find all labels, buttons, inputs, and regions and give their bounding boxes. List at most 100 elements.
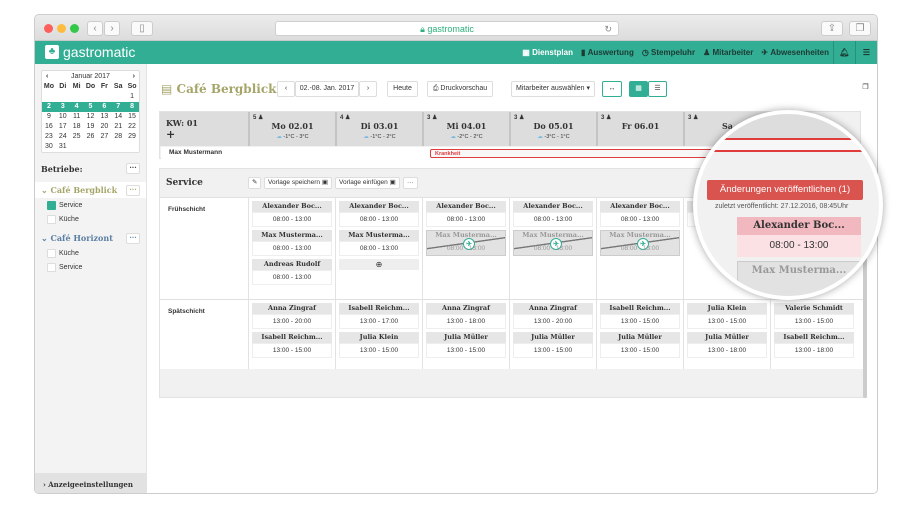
group-cafe-bergblick[interactable]: ⌄ Café Bergblick ··· — [35, 182, 146, 198]
group-more-button[interactable]: ··· — [126, 232, 140, 244]
shift-card[interactable]: Alexander Boc...08:00 - 13:00 — [426, 201, 506, 227]
calendar-day[interactable]: 16 — [42, 122, 56, 132]
calendar-day[interactable]: 20 — [97, 122, 111, 132]
prev-month-icon[interactable]: ‹ — [46, 73, 48, 80]
department-checkbox[interactable]: Service — [35, 260, 146, 274]
calendar-day[interactable]: 23 — [42, 132, 56, 142]
shift-card[interactable]: Julia Klein 13:00 - 15:00 — [687, 303, 767, 329]
list-view-button[interactable]: ☰ — [648, 81, 667, 97]
shift-card[interactable]: Max Musterma... 08:00 - 13:00 — [252, 230, 332, 256]
shift-card[interactable]: Alexander Boc...08:00 - 13:00 — [339, 201, 419, 227]
group-more-button[interactable]: ··· — [126, 184, 140, 196]
publish-changes-button[interactable]: Änderungen veröffentlichen (1) — [707, 180, 863, 200]
shift-card[interactable]: Isabell Reichm... 13:00 - 17:00 — [339, 303, 419, 329]
day-header[interactable]: 3 ♟ Mi 04.01 ☁ -2°C - 2°C — [422, 112, 509, 146]
day-header[interactable]: 3 ♟ Do 05.01 ☁ -3°C - 1°C — [509, 112, 596, 146]
calendar-day[interactable]: 18 — [70, 122, 84, 132]
calendar-day[interactable]: 6 — [97, 102, 111, 112]
add-employee-button[interactable]: + — [166, 128, 242, 141]
shift-card[interactable]: Andreas Rudolf 08:00 - 13:00 — [252, 259, 332, 285]
calendar-day[interactable]: 8 — [125, 102, 139, 112]
shift-card[interactable]: Alexander Boc...08:00 - 13:00 — [513, 201, 593, 227]
absent-shift-card[interactable]: Max Musterma... ✈ 08:00 - 13:00 — [600, 230, 680, 256]
checkbox[interactable] — [47, 248, 56, 258]
nav-abwesenheiten[interactable]: ✈ Abwesenheiten — [757, 48, 833, 57]
calendar-day[interactable]: 25 — [70, 132, 84, 142]
calendar-day[interactable]: 19 — [84, 122, 98, 132]
shift-card[interactable]: Anna Zingraf 13:00 - 20:00 — [513, 303, 593, 329]
calendar-day[interactable]: 27 — [97, 132, 111, 142]
add-shift-button[interactable]: ⊕ — [339, 259, 419, 270]
calendar-day[interactable]: 5 — [84, 102, 98, 112]
calendar-day[interactable]: 7 — [111, 102, 125, 112]
shift-card[interactable]: Isabell Reichm... 13:00 - 15:00 — [600, 303, 680, 329]
department-checkbox[interactable]: Service — [35, 198, 146, 212]
shift-card[interactable]: Alexander Boc...08:00 - 13:00 — [252, 201, 332, 227]
back-icon[interactable]: ‹ — [87, 21, 103, 36]
calendar-day[interactable]: 2 — [42, 102, 56, 112]
forward-icon[interactable]: › — [104, 21, 120, 36]
next-week-button[interactable]: › — [359, 81, 377, 97]
calendar-day[interactable]: 21 — [111, 122, 125, 132]
calendar-day[interactable]: 30 — [42, 142, 56, 152]
shift-card[interactable]: Julia Klein 13:00 - 15:00 — [339, 332, 419, 358]
shift-card[interactable]: Max Musterma... 08:00 - 13:00 — [339, 230, 419, 256]
calendar-day[interactable]: 29 — [125, 132, 139, 142]
expand-width-button[interactable]: ↔ — [602, 81, 622, 97]
shift-card[interactable]: Isabell Reichm... 13:00 - 18:00 — [774, 332, 854, 358]
calendar-day[interactable]: 24 — [56, 132, 70, 142]
absent-shift-card[interactable]: Max Musterma... ✈ 08:00 - 13:00 — [426, 230, 506, 256]
calendar-day[interactable]: 10 — [56, 112, 70, 122]
calendar-day[interactable]: 15 — [125, 112, 139, 122]
calendar-day[interactable]: 31 — [56, 142, 70, 152]
checkbox[interactable] — [47, 214, 56, 224]
nav-dienstplan[interactable]: ▦ Dienstplan — [518, 48, 577, 57]
shift-card[interactable]: Anna Zingraf 13:00 - 20:00 — [252, 303, 332, 329]
reload-icon[interactable]: ↻ — [604, 22, 612, 36]
next-month-icon[interactable]: › — [133, 73, 135, 80]
insert-template-button[interactable]: Vorlage einfügen ▣ — [335, 177, 400, 189]
copy-icon[interactable]: ❐ — [859, 81, 872, 97]
shift-card[interactable]: Valerie Schmidt 13:00 - 15:00 — [774, 303, 854, 329]
menu-icon[interactable]: ☰ — [855, 41, 877, 64]
employee-select[interactable]: Mitarbeiter auswählen ▾ — [511, 81, 595, 97]
calendar-day[interactable]: 26 — [84, 132, 98, 142]
nav-mitarbeiter[interactable]: ♟ Mitarbeiter — [699, 48, 757, 57]
shift-card[interactable]: Alexander Boc...08:00 - 13:00 — [600, 201, 680, 227]
save-template-button[interactable]: Vorlage speichern ▣ — [264, 177, 332, 189]
maximize-button[interactable] — [70, 24, 79, 33]
week-range[interactable]: 02.-08. Jan. 2017 — [295, 81, 359, 97]
share-icon[interactable]: ⇪ — [821, 21, 843, 36]
checkbox[interactable] — [47, 262, 56, 272]
shift-card[interactable]: Anna Zingraf 13:00 - 18:00 — [426, 303, 506, 329]
checkbox[interactable] — [47, 200, 56, 210]
absent-shift-card[interactable]: Max Musterma... ✈ 08:00 - 13:00 — [513, 230, 593, 256]
shift-card[interactable]: Julia Müller 13:00 - 15:00 — [426, 332, 506, 358]
day-header[interactable]: 5 ♟ Mo 02.01 ☁ -1°C - 3°C — [248, 112, 335, 146]
group-cafe-horizont[interactable]: ⌄ Café Horizont ··· — [35, 230, 146, 246]
plan-more-button[interactable]: ··· — [403, 177, 418, 189]
nav-stempeluhr[interactable]: ◷ Stempeluhr — [638, 48, 699, 57]
grid-view-button[interactable]: ▦ — [629, 81, 648, 97]
betriebe-more-button[interactable]: ··· — [126, 163, 140, 174]
pin-button[interactable]: ✎ — [248, 177, 262, 189]
calendar-day[interactable]: 3 — [56, 102, 70, 112]
minimize-button[interactable] — [57, 24, 66, 33]
calendar-day[interactable]: 13 — [97, 112, 111, 122]
calendar-day[interactable]: 12 — [84, 112, 98, 122]
display-settings-toggle[interactable]: › Anzeigeeinstellungen — [35, 473, 147, 493]
prev-week-button[interactable]: ‹ — [277, 81, 295, 97]
tabs-icon[interactable]: ❐ — [849, 21, 871, 36]
department-checkbox[interactable]: Küche — [35, 212, 146, 226]
calendar-day[interactable]: 11 — [70, 112, 84, 122]
close-button[interactable] — [44, 24, 53, 33]
calendar-day[interactable]: 4 — [70, 102, 84, 112]
bell-icon[interactable]: 🔔︎ — [833, 41, 855, 64]
day-header[interactable]: 3 ♟ Fr 06.01 — [596, 112, 683, 146]
calendar-day[interactable]: 1 — [125, 92, 139, 102]
calendar-day[interactable]: 17 — [56, 122, 70, 132]
department-checkbox[interactable]: Küche — [35, 246, 146, 260]
calendar-day[interactable]: 14 — [111, 112, 125, 122]
calendar-day[interactable]: 22 — [125, 122, 139, 132]
calendar-day[interactable]: 9 — [42, 112, 56, 122]
